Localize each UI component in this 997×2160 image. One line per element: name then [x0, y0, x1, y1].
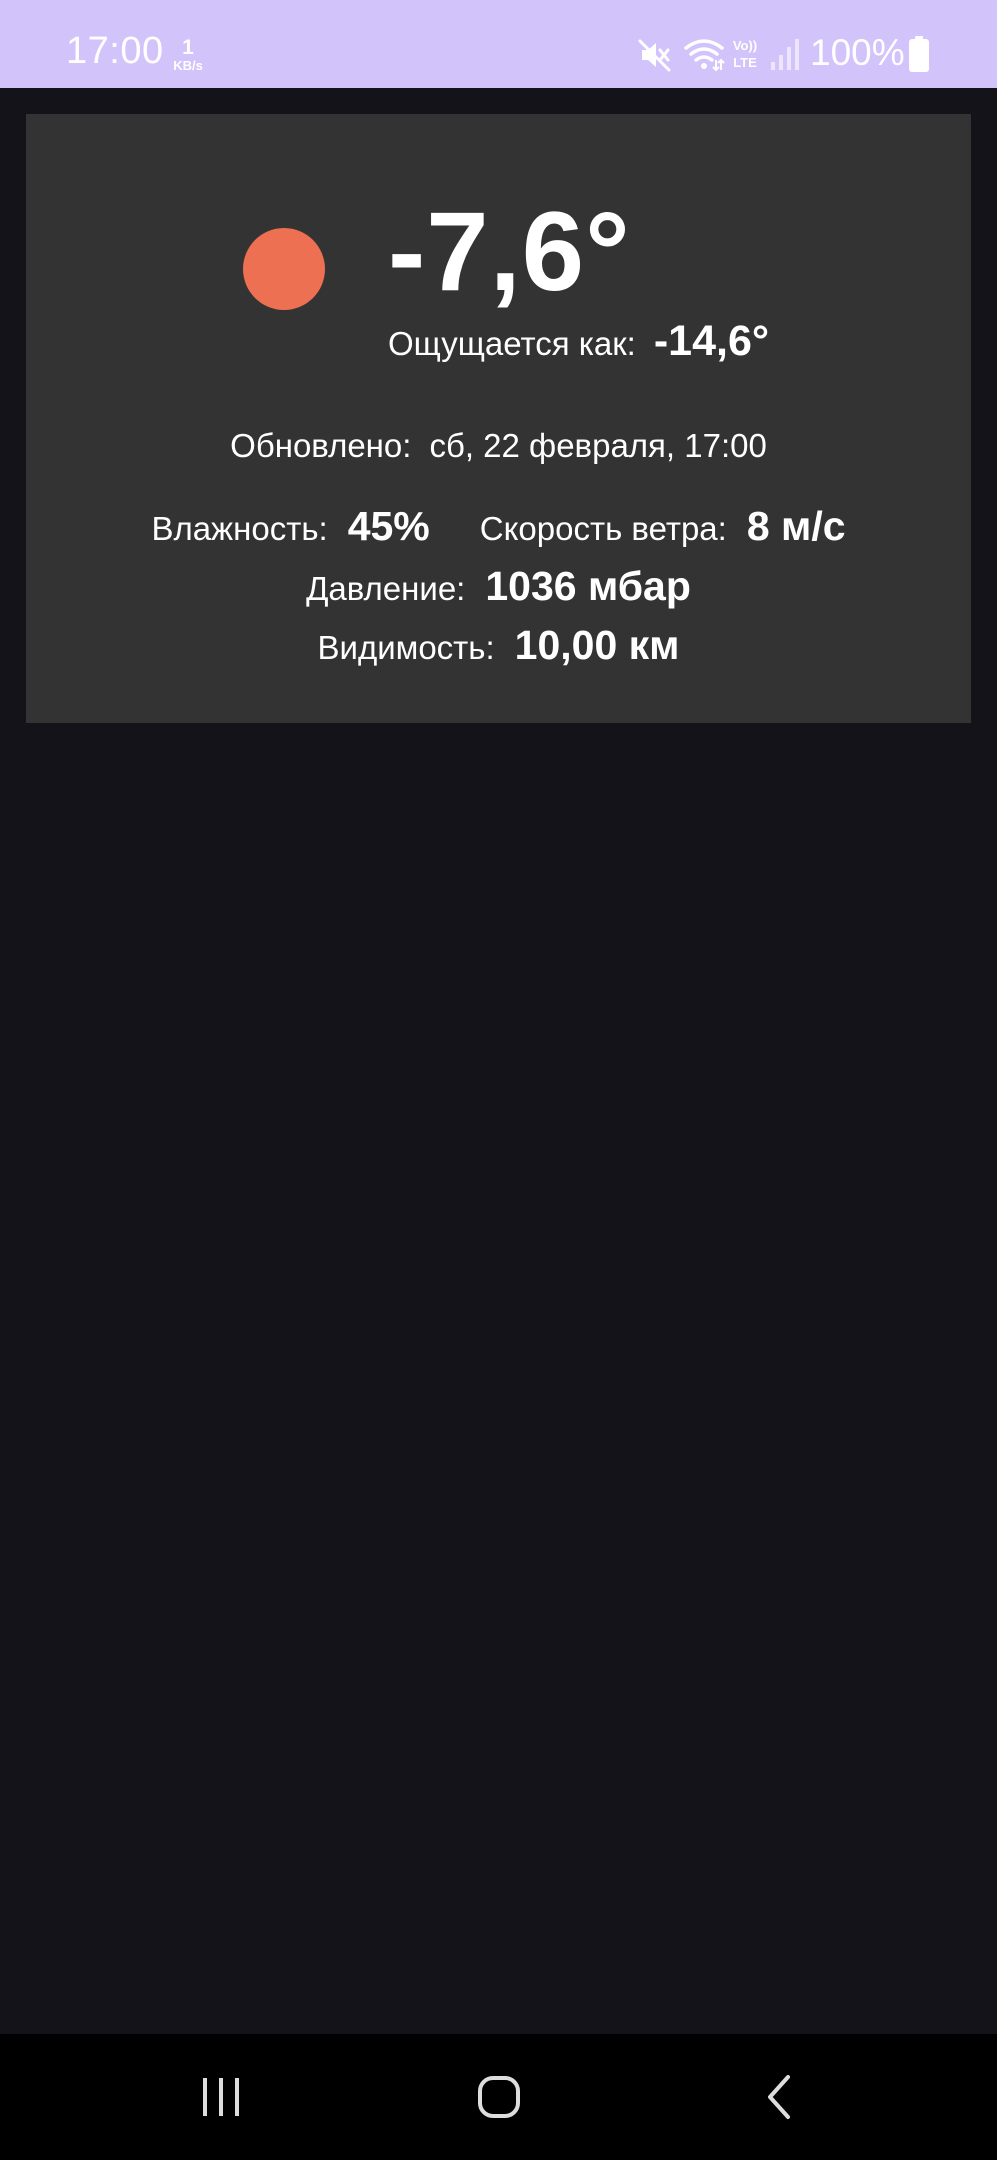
visibility-label: Видимость: — [317, 629, 495, 666]
back-button[interactable] — [699, 2034, 859, 2160]
wind-speed-value: 8 м/с — [746, 503, 846, 549]
network-speed: 1 KB/s — [166, 37, 210, 72]
feels-like-row: Ощущается как: -14,6° — [388, 320, 769, 363]
pressure-label: Давление: — [306, 570, 466, 607]
home-icon — [478, 2076, 520, 2118]
svg-text:LTE: LTE — [733, 55, 757, 70]
signal-icon — [771, 39, 799, 70]
updated-row: Обновлено: сб, 22 февраля, 17:00 — [26, 429, 971, 462]
svg-text:Vo)): Vo)) — [733, 38, 757, 53]
humidity-wind-row: Влажность: 45% Скорость ветра: 8 м/с — [26, 506, 971, 547]
network-speed-value: 1 — [182, 36, 194, 59]
visibility-row: Видимость: 10,00 км — [26, 625, 971, 666]
current-temperature: -7,6° — [388, 189, 631, 314]
mute-icon — [638, 39, 671, 72]
battery-icon — [909, 36, 929, 72]
status-bar: 17:00 1 KB/s Vo)) LTE 100% — [0, 0, 997, 88]
wind-speed-label: Скорость ветра: — [479, 510, 727, 547]
network-speed-unit: KB/s — [173, 58, 203, 73]
updated-label: Обновлено: — [230, 427, 412, 464]
battery-percent: 100% — [810, 32, 905, 73]
sun-icon — [243, 228, 325, 310]
recent-apps-button[interactable] — [141, 2034, 301, 2160]
recent-apps-icon — [203, 2078, 239, 2116]
status-time: 17:00 — [66, 30, 164, 72]
back-icon — [768, 2075, 790, 2119]
home-button[interactable] — [419, 2034, 579, 2160]
pressure-value: 1036 мбар — [485, 563, 691, 609]
wifi-icon — [684, 39, 725, 72]
volte-icon: Vo)) LTE — [733, 38, 757, 70]
navigation-bar — [0, 2034, 997, 2160]
visibility-value: 10,00 км — [514, 622, 680, 668]
feels-like-value: -14,6° — [653, 317, 770, 365]
humidity-value: 45% — [347, 503, 430, 549]
humidity-label: Влажность: — [151, 510, 328, 547]
updated-value: сб, 22 февраля, 17:00 — [429, 427, 767, 464]
pressure-row: Давление: 1036 мбар — [26, 566, 971, 607]
weather-card: -7,6° Ощущается как: -14,6° Обновлено: сб,… — [26, 114, 971, 723]
feels-like-label: Ощущается как: — [388, 325, 636, 362]
